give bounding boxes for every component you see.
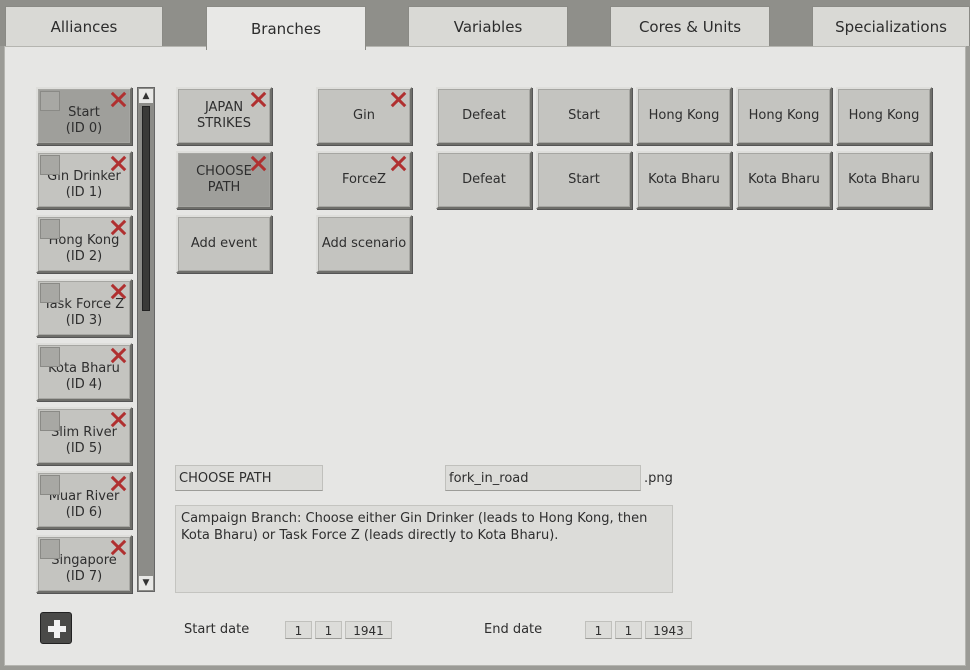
outcome-cell[interactable]: Defeat xyxy=(436,151,532,209)
tab-variables[interactable]: Variables xyxy=(408,6,568,46)
close-x-icon[interactable] xyxy=(109,218,127,236)
close-x-icon[interactable] xyxy=(109,346,127,364)
tab-alliances[interactable]: Alliances xyxy=(5,6,163,46)
outcome-cell[interactable]: Hong Kong xyxy=(636,87,732,145)
scenario-item[interactable]: Kota Bharu (ID 4) xyxy=(36,343,132,401)
scenario-item[interactable]: Singapore (ID 7) xyxy=(36,535,132,593)
branch-scenario-label: Gin xyxy=(353,108,375,123)
outcome-cell[interactable]: Kota Bharu xyxy=(736,151,832,209)
scenario-item[interactable]: Gin Drinker (ID 1) xyxy=(36,151,132,209)
tab-specializations[interactable]: Specializations xyxy=(812,6,970,46)
add-scenario-button[interactable]: Add scenario xyxy=(316,215,412,273)
scenario-item[interactable]: Slim River (ID 5) xyxy=(36,407,132,465)
scenario-thumbnail xyxy=(40,539,60,559)
chevron-up-icon[interactable]: ▲ xyxy=(139,89,153,103)
scenario-id: (ID 5) xyxy=(65,441,103,456)
event-item[interactable]: CHOOSE PATH xyxy=(176,151,272,209)
scenario-thumbnail xyxy=(40,155,60,175)
scenario-thumbnail xyxy=(40,91,60,111)
image-name-field[interactable]: fork_in_road xyxy=(445,465,641,491)
tab-branches[interactable]: Branches xyxy=(206,6,366,50)
branch-scenario-item[interactable]: ForceZ xyxy=(316,151,412,209)
scenario-item[interactable]: Start (ID 0) xyxy=(36,87,132,145)
event-item[interactable]: JAPAN STRIKES xyxy=(176,87,272,145)
outcome-cell[interactable]: Start xyxy=(536,151,632,209)
branch-scenario-item[interactable]: Gin xyxy=(316,87,412,145)
outcome-cell[interactable]: Hong Kong xyxy=(736,87,832,145)
scenario-item[interactable]: Hong Kong (ID 2) xyxy=(36,215,132,273)
scenario-item[interactable]: Muar River (ID 6) xyxy=(36,471,132,529)
end-year-field[interactable]: 1943 xyxy=(645,621,692,639)
close-x-icon[interactable] xyxy=(249,90,267,108)
close-x-icon[interactable] xyxy=(109,538,127,556)
outcome-cell[interactable]: Kota Bharu xyxy=(836,151,932,209)
description-textarea[interactable]: Campaign Branch: Choose either Gin Drink… xyxy=(175,505,673,593)
end-month-field[interactable]: 1 xyxy=(615,621,642,639)
close-x-icon[interactable] xyxy=(109,154,127,172)
scenario-thumbnail xyxy=(40,411,60,431)
scenario-thumbnail xyxy=(40,283,60,303)
scenario-id: (ID 3) xyxy=(65,313,103,328)
start-month-field[interactable]: 1 xyxy=(315,621,342,639)
branch-scenario-label: ForceZ xyxy=(341,172,387,187)
start-year-field[interactable]: 1941 xyxy=(345,621,392,639)
event-name-field[interactable]: CHOOSE PATH xyxy=(175,465,323,491)
close-x-icon[interactable] xyxy=(389,90,407,108)
scenario-id: (ID 2) xyxy=(65,249,103,264)
chevron-down-icon[interactable]: ▼ xyxy=(139,576,153,590)
outcome-cell[interactable]: Hong Kong xyxy=(836,87,932,145)
close-x-icon[interactable] xyxy=(109,410,127,428)
outcome-cell[interactable]: Start xyxy=(536,87,632,145)
start-date-label: Start date xyxy=(184,622,250,637)
add-event-button[interactable]: Add event xyxy=(176,215,272,273)
scenario-thumbnail xyxy=(40,347,60,367)
start-day-field[interactable]: 1 xyxy=(285,621,312,639)
scenario-thumbnail xyxy=(40,219,60,239)
end-day-field[interactable]: 1 xyxy=(585,621,612,639)
scenario-name: Slim River xyxy=(51,425,117,440)
tab-cores-units[interactable]: Cores & Units xyxy=(610,6,770,46)
close-x-icon[interactable] xyxy=(109,90,127,108)
close-x-icon[interactable] xyxy=(249,154,267,172)
close-x-icon[interactable] xyxy=(389,154,407,172)
scenario-thumbnail xyxy=(40,475,60,495)
scenario-id: (ID 0) xyxy=(65,121,103,136)
scenario-id: (ID 1) xyxy=(65,185,103,200)
scrollbar-thumb[interactable] xyxy=(142,106,150,311)
scenario-id: (ID 6) xyxy=(65,505,103,520)
plus-icon[interactable] xyxy=(40,612,72,644)
scenario-item[interactable]: Task Force Z (ID 3) xyxy=(36,279,132,337)
scenario-name: Start xyxy=(68,105,100,120)
outcome-cell[interactable]: Defeat xyxy=(436,87,532,145)
scenario-list-scrollbar[interactable]: ▲ ▼ xyxy=(137,87,155,592)
scenario-name: Singapore xyxy=(51,553,117,568)
image-extension-label: .png xyxy=(644,471,673,486)
close-x-icon[interactable] xyxy=(109,282,127,300)
scenario-id: (ID 7) xyxy=(65,569,103,584)
close-x-icon[interactable] xyxy=(109,474,127,492)
scenario-id: (ID 4) xyxy=(65,377,103,392)
tab-bar: Alliances Branches Variables Cores & Uni… xyxy=(0,0,970,50)
end-date-label: End date xyxy=(484,622,543,637)
outcome-cell[interactable]: Kota Bharu xyxy=(636,151,732,209)
